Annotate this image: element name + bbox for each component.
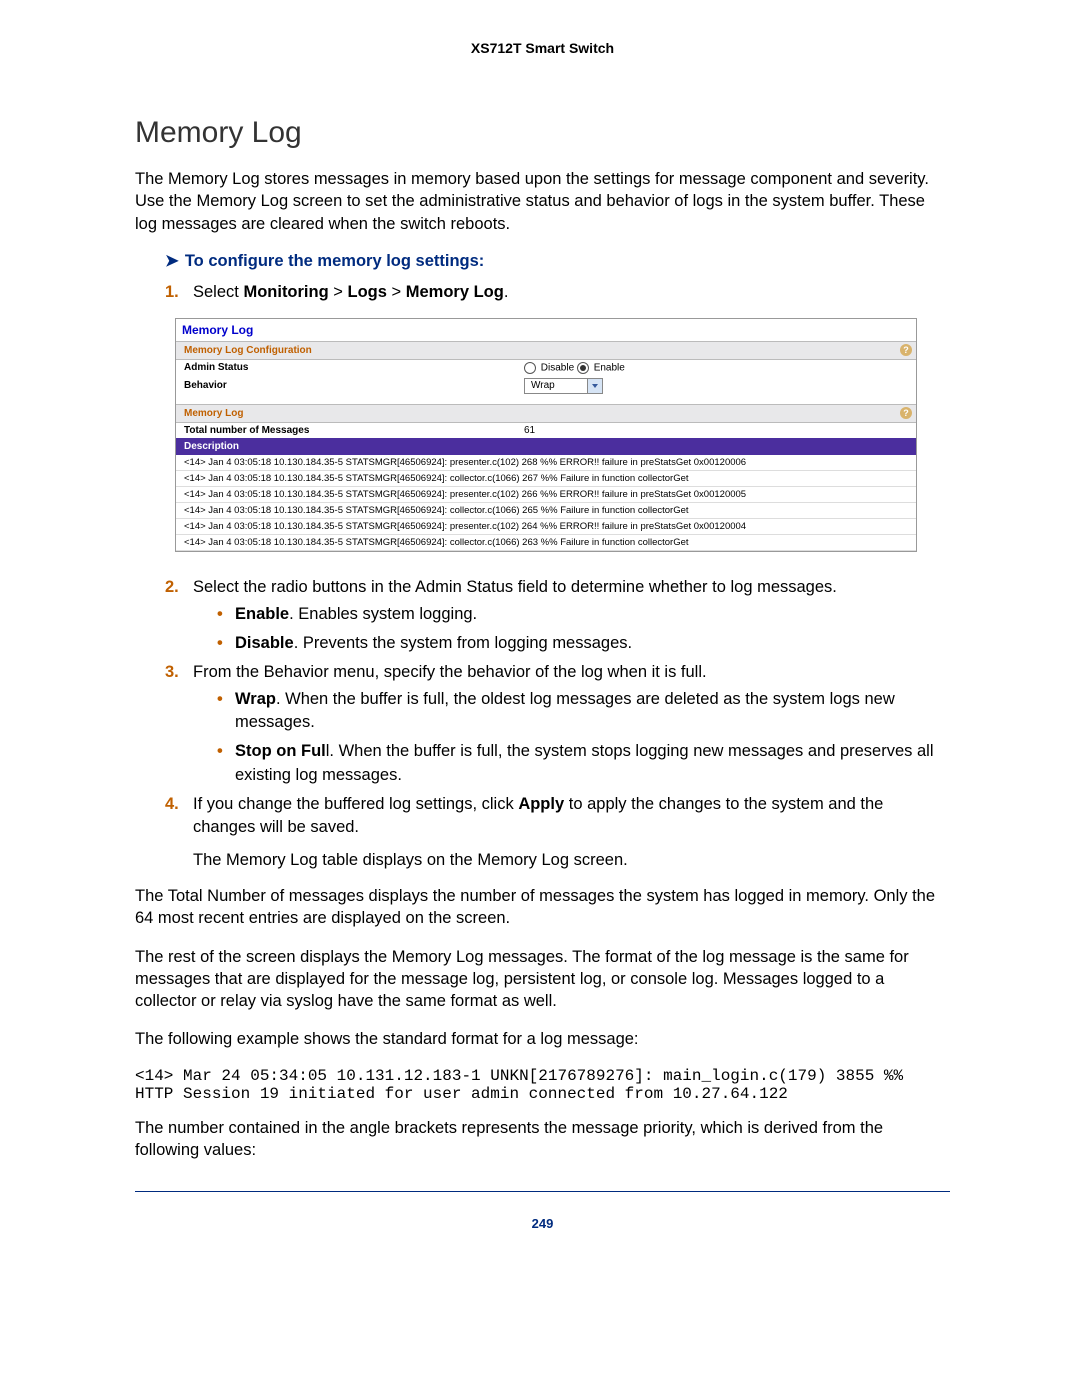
radio-enable[interactable]: Enable xyxy=(577,362,625,374)
step-text: Select the radio buttons in the Admin St… xyxy=(193,578,837,596)
step4-note: The Memory Log table displays on the Mem… xyxy=(193,849,950,871)
step-3: 3. From the Behavior menu, specify the b… xyxy=(165,661,950,786)
step-text: Select xyxy=(193,283,243,301)
behavior-dropdown[interactable]: Wrap xyxy=(524,378,603,394)
log-line: <14> Jan 4 03:05:18 10.130.184.35-5 STAT… xyxy=(176,535,916,551)
para-priority: The number contained in the angle bracke… xyxy=(135,1117,950,1162)
ss-description-header: Description xyxy=(176,438,916,455)
bold-text: Memory Log xyxy=(406,283,504,301)
bullet-wrap: Wrap. When the buffer is full, the oldes… xyxy=(217,688,950,734)
intro-paragraph: The Memory Log stores messages in memory… xyxy=(135,168,950,235)
step-1: 1. Select Monitoring > Logs > Memory Log… xyxy=(165,281,950,304)
step-number: 3. xyxy=(165,661,179,684)
bullet-enable: Enable. Enables system logging. xyxy=(217,603,950,626)
log-line: <14> Jan 4 03:05:18 10.130.184.35-5 STAT… xyxy=(176,455,916,471)
help-icon[interactable]: ? xyxy=(900,407,912,419)
memory-log-screenshot: Memory Log Memory Log Configuration ? Ad… xyxy=(175,318,917,552)
step-number: 2. xyxy=(165,576,179,599)
step-number: 4. xyxy=(165,793,179,816)
ss-panel-title: Memory Log xyxy=(176,319,916,341)
footer-rule xyxy=(135,1191,950,1192)
doc-header: XS712T Smart Switch xyxy=(135,40,950,56)
total-messages-value: 61 xyxy=(524,425,535,436)
bullet-disable: Disable. Prevents the system from loggin… xyxy=(217,632,950,655)
para-example: The following example shows the standard… xyxy=(135,1028,950,1050)
bold-text: Apply xyxy=(518,795,564,813)
step-2: 2. Select the radio buttons in the Admin… xyxy=(165,576,950,655)
page-title: Memory Log xyxy=(135,116,950,150)
para-total: The Total Number of messages displays th… xyxy=(135,885,950,930)
step-text: From the Behavior menu, specify the beha… xyxy=(193,663,707,681)
chevron-down-icon xyxy=(587,379,602,393)
page-number: 249 xyxy=(135,1216,950,1231)
radio-disable[interactable]: Disable xyxy=(524,362,574,374)
bullet-stop-on-full: Stop on Full. When the buffer is full, t… xyxy=(217,740,950,786)
log-line: <14> Jan 4 03:05:18 10.130.184.35-5 STAT… xyxy=(176,503,916,519)
log-line: <14> Jan 4 03:05:18 10.130.184.35-5 STAT… xyxy=(176,487,916,503)
step-number: 1. xyxy=(165,281,179,304)
procedure-title-text: To configure the memory log settings: xyxy=(185,252,484,270)
bold-text: Logs xyxy=(348,283,387,301)
ss-row-total: Total number of Messages 61 xyxy=(176,423,916,438)
arrow-icon: ➤ xyxy=(165,252,179,270)
para-rest: The rest of the screen displays the Memo… xyxy=(135,946,950,1013)
bold-text: Monitoring xyxy=(243,283,328,301)
ss-section-log: Memory Log ? xyxy=(176,404,916,423)
ss-section-config: Memory Log Configuration ? xyxy=(176,341,916,360)
ss-row-admin-status: Admin Status Disable Enable xyxy=(176,360,916,376)
log-line: <14> Jan 4 03:05:18 10.130.184.35-5 STAT… xyxy=(176,519,916,535)
ss-row-behavior: Behavior Wrap xyxy=(176,376,916,396)
log-line: <14> Jan 4 03:05:18 10.130.184.35-5 STAT… xyxy=(176,471,916,487)
procedure-heading: ➤ To configure the memory log settings: xyxy=(165,251,950,271)
step-4: 4. If you change the buffered log settin… xyxy=(165,793,950,871)
code-example: <14> Mar 24 05:34:05 10.131.12.183-1 UNK… xyxy=(135,1067,950,1103)
help-icon[interactable]: ? xyxy=(900,344,912,356)
